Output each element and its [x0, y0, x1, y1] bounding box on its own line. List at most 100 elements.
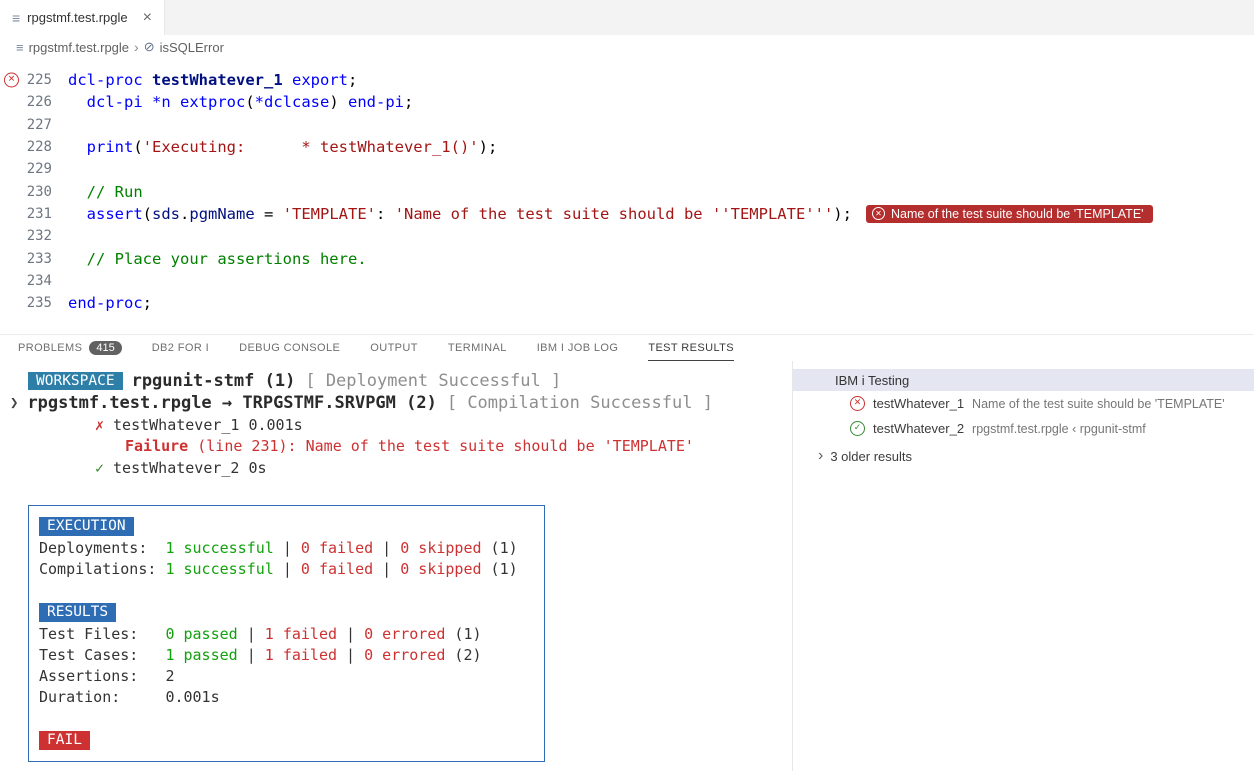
summary-line: Compilations: 1 successful | 0 failed | … [39, 559, 534, 580]
inline-error-text: Name of the test suite should be 'TEMPLA… [891, 207, 1144, 221]
text-token: . [180, 205, 189, 223]
text-token: 1 failed [265, 646, 337, 664]
test-file-row[interactable]: ❯ rpgstmf.test.rpgle → TRPGSTMF.SRVPGM (… [0, 392, 792, 414]
line-number: 235 [27, 295, 52, 311]
test-case-row[interactable]: ✗testWhatever_10.001s [0, 414, 792, 436]
summary-line: Test Files: 0 passed | 1 failed | 0 erro… [39, 624, 534, 645]
text-token: ( [245, 93, 254, 111]
panel-tab-label: IBM I JOB LOG [537, 342, 619, 354]
code-line[interactable]: 234 [0, 270, 1254, 292]
workspace-name: rpgunit-stmf (1) [132, 371, 296, 391]
text-token: 'Name of the test suite should be ''TEMP… [395, 205, 834, 223]
text-token: | [373, 539, 400, 557]
text-token: 'TEMPLATE' [283, 205, 376, 223]
fail-icon: ✗ [95, 416, 104, 434]
test-name: testWhatever_2 [113, 459, 239, 477]
testing-panel-title: IBM i Testing [835, 373, 909, 388]
workspace-row[interactable]: WORKSPACE rpgunit-stmf (1) [ Deployment … [0, 370, 792, 392]
inline-error-badge[interactable]: ✕Name of the test suite should be 'TEMPL… [866, 205, 1153, 223]
testing-item[interactable]: ✓testWhatever_2rpgstmf.test.rpgle ‹ rpgu… [793, 416, 1254, 441]
panel-tab-bar: PROBLEMS415 DB2 FOR I DEBUG CONSOLE OUTPUT T… [0, 335, 1254, 361]
text-token: Duration: [39, 688, 165, 706]
failure-message: Failure (line 231): Name of the test sui… [0, 436, 792, 458]
workspace-badge: WORKSPACE [28, 372, 123, 390]
chevron-right-icon: › [134, 39, 139, 55]
test-name: testWhatever_2 [873, 421, 964, 436]
text-token: 0 skipped [400, 560, 481, 578]
text-token: ( [143, 205, 152, 223]
editor-gutter: 235 [0, 295, 68, 311]
panel-tab-ibm-i-job-log[interactable]: IBM I JOB LOG [537, 335, 619, 361]
editor-gutter: 232 [0, 228, 68, 244]
summary-line: RESULTS [39, 601, 534, 624]
panel-tab-label: OUTPUT [370, 342, 418, 354]
testing-item[interactable]: ✕testWhatever_1Name of the test suite sh… [793, 391, 1254, 416]
bottom-panel: PROBLEMS415 DB2 FOR I DEBUG CONSOLE OUTPUT T… [0, 334, 1254, 770]
test-list: ✗testWhatever_10.001sFailure (line 231):… [0, 414, 792, 479]
editor-gutter: 229 [0, 161, 68, 177]
code-line[interactable]: 227 [0, 114, 1254, 136]
panel-tab-output[interactable]: OUTPUT [370, 335, 418, 361]
panel-tab-label: PROBLEMS [18, 342, 82, 354]
code-line[interactable]: 226 dcl-pi *n extproc(*dclcase) end-pi; [0, 91, 1254, 113]
text-token: | [274, 560, 301, 578]
code-line[interactable]: 228 print('Executing: * testWhatever_1()… [0, 136, 1254, 158]
editor-tab[interactable]: ≡ rpgstmf.test.rpgle × [0, 0, 165, 35]
test-case-row[interactable]: ✓testWhatever_20s [0, 457, 792, 479]
test-duration: 0.001s [248, 416, 302, 434]
breadcrumb-symbol[interactable]: isSQLError [160, 40, 224, 55]
text-token: (1) [482, 539, 518, 557]
text-token: | [337, 646, 364, 664]
text-token [68, 183, 87, 201]
test-file-name: rpgstmf.test.rpgle → TRPGSTMF.SRVPGM (2) [27, 393, 436, 413]
text-token: = [255, 205, 283, 223]
tab-close-icon[interactable]: × [143, 9, 152, 27]
text-token: print [87, 138, 134, 156]
code-line[interactable]: 229 [0, 158, 1254, 180]
panel-tab-label: DB2 FOR I [152, 342, 209, 354]
panel-tab-debug-console[interactable]: DEBUG CONSOLE [239, 335, 340, 361]
text-token: Assertions: [39, 667, 165, 685]
compilation-status: [ Compilation Successful ] [447, 393, 713, 413]
line-number: 233 [27, 251, 52, 267]
code-line[interactable]: 231 assert(sds.pgmName = 'TEMPLATE': 'Na… [0, 203, 1254, 225]
text-token: Test Cases: [39, 646, 165, 664]
text-token [283, 71, 292, 89]
editor-gutter: 227 [0, 117, 68, 133]
text-token: *n [152, 93, 180, 111]
text-token: assert [87, 205, 143, 223]
panel-tab-terminal[interactable]: TERMINAL [448, 335, 507, 361]
text-token: | [274, 539, 301, 557]
text-token [68, 205, 87, 223]
text-token: 0 errored [364, 646, 445, 664]
code-editor[interactable]: ✕225dcl-proc testWhatever_1 export;226 d… [0, 59, 1254, 334]
failure-text: (line 231): Name of the test suite shoul… [188, 437, 694, 455]
text-token: 0.001s [165, 688, 219, 706]
breadcrumb-file[interactable]: rpgstmf.test.rpgle [29, 40, 129, 55]
code-line[interactable]: 232 [0, 225, 1254, 247]
testing-header-row[interactable]: IBM i Testing [793, 369, 1254, 391]
failure-label: Failure [125, 437, 188, 455]
code-text: assert(sds.pgmName = 'TEMPLATE': 'Name o… [68, 205, 852, 223]
code-line[interactable]: ✕225dcl-proc testWhatever_1 export; [0, 69, 1254, 91]
code-line[interactable]: 230 // Run [0, 180, 1254, 202]
chevron-expanded-icon[interactable]: ❯ [10, 395, 18, 411]
line-number: 225 [27, 72, 52, 88]
rpgle-file-icon: ≡ [12, 11, 20, 25]
text-token: | [238, 625, 265, 643]
editor-gutter: 234 [0, 273, 68, 289]
panel-tab-db2-for-i[interactable]: DB2 FOR I [152, 335, 209, 361]
panel-tab-test-results[interactable]: TEST RESULTS [648, 335, 734, 361]
text-token: ; [404, 93, 413, 111]
summary-line: FAIL [39, 729, 534, 752]
text-token [68, 250, 87, 268]
code-line[interactable]: 235end-proc; [0, 292, 1254, 314]
line-number: 234 [27, 273, 52, 289]
text-token: (1) [445, 625, 481, 643]
code-line[interactable]: 233 // Place your assertions here. [0, 247, 1254, 269]
code-text: dcl-proc testWhatever_1 export; [68, 71, 357, 89]
text-token: 1 successful [165, 539, 273, 557]
editor-gutter: 228 [0, 139, 68, 155]
panel-tab-problems[interactable]: PROBLEMS415 [18, 335, 122, 361]
older-results-row[interactable]: › 3 older results [793, 443, 1254, 469]
